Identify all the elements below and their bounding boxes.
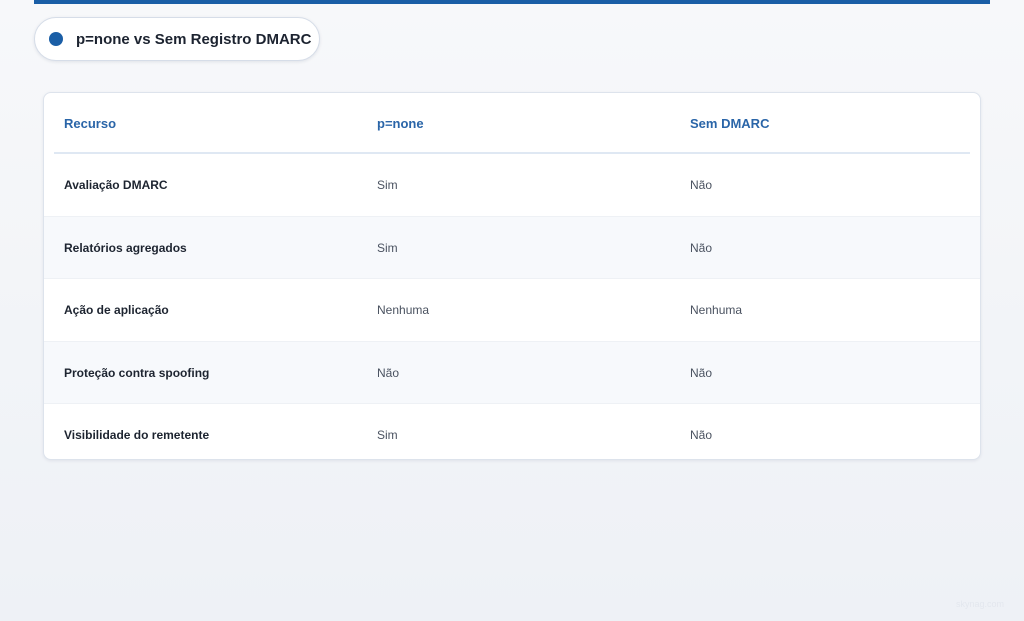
watermark: skynag.com: [955, 599, 1004, 609]
table-row: Proteção contra spoofing Não Não: [44, 341, 980, 404]
column-header-recurso: Recurso: [64, 116, 117, 131]
p-none-cell: Sim: [377, 240, 398, 255]
feature-cell: Visibilidade do remetente: [64, 428, 210, 442]
p-none-cell: Sim: [377, 178, 398, 192]
feature-cell: Ação de aplicação: [64, 303, 169, 317]
feature-cell: Proteção contra spoofing: [64, 365, 210, 380]
feature-cell: Relatórios agregados: [64, 240, 187, 255]
comparison-table: Recurso p=none Sem DMARC Avaliação DMARC…: [43, 92, 981, 460]
top-accent-bar: [34, 0, 990, 4]
p-none-cell: Sim: [377, 428, 398, 442]
p-none-cell: Nenhuma: [377, 303, 430, 317]
table-row: Visibilidade do remetente Sim Não: [44, 404, 980, 459]
sem-dmarc-cell: Não: [690, 240, 713, 255]
p-none-cell: Não: [377, 365, 400, 380]
section-title: p=none vs Sem Registro DMARC: [76, 30, 312, 48]
section-title-pill: p=none vs Sem Registro DMARC: [34, 17, 320, 61]
table-header: Recurso p=none Sem DMARC: [44, 93, 980, 154]
sem-dmarc-cell: Não: [690, 428, 713, 442]
table-row: Relatórios agregados Sim Não: [44, 216, 980, 279]
sem-dmarc-cell: Nenhuma: [690, 303, 743, 317]
column-header-p-none: p=none: [377, 116, 424, 131]
feature-cell: Avaliação DMARC: [64, 178, 168, 192]
table-row: Avaliação DMARC Sim Não: [44, 154, 980, 217]
sem-dmarc-cell: Não: [690, 365, 713, 380]
sem-dmarc-cell: Não: [690, 178, 713, 192]
column-header-sem-dmarc: Sem DMARC: [690, 116, 770, 131]
table-row: Ação de aplicação Nenhuma Nenhuma: [44, 279, 980, 342]
bullet-dot-icon: [49, 32, 63, 46]
